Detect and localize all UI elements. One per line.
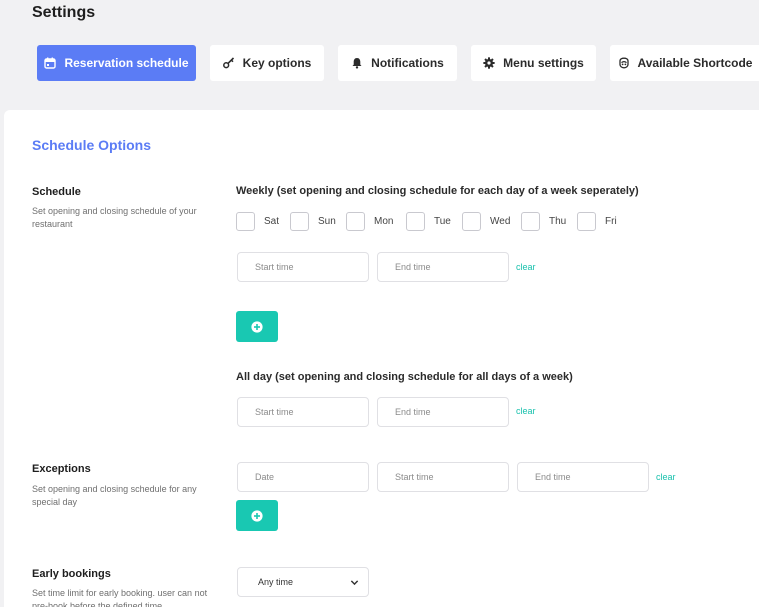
day-label: Mon [374,216,394,227]
day-mon[interactable]: Mon [346,212,393,231]
weekly-title: Weekly (set opening and closing schedule… [236,185,639,197]
day-checkbox[interactable] [406,212,425,231]
day-checkbox[interactable] [346,212,365,231]
tab-label: Available Shortcode [637,56,753,70]
day-label: Fri [605,216,617,227]
add-weekly-schedule-button[interactable] [236,311,278,342]
tab-available-shortcode[interactable]: Available Shortcode [610,45,759,81]
exception-end-time-input[interactable] [517,462,649,492]
exception-clear-link[interactable]: clear [656,472,676,482]
page-title: Settings [32,4,96,21]
calendar-icon [44,57,57,69]
exception-date-input[interactable] [237,462,369,492]
bell-icon [351,57,363,69]
day-thu[interactable]: Thu [521,212,566,231]
tab-label: Menu settings [503,56,584,70]
day-tue[interactable]: Tue [406,212,451,231]
add-exception-button[interactable] [236,500,278,531]
weekly-start-time-input[interactable] [237,252,369,282]
day-checkbox[interactable] [290,212,309,231]
day-sun[interactable]: Sun [290,212,336,231]
day-fri[interactable]: Fri [577,212,617,231]
early-bookings-select[interactable]: Any time [237,567,369,597]
tab-reservation-schedule[interactable]: Reservation schedule [37,45,196,81]
all-day-title: All day (set opening and closing schedul… [236,371,573,383]
day-wed[interactable]: Wed [462,212,510,231]
early-bookings-description: Set time limit for early booking. user c… [32,588,208,607]
day-label: Tue [434,216,451,227]
day-checkbox[interactable] [577,212,596,231]
day-checkbox[interactable] [521,212,540,231]
key-icon [222,57,235,69]
tab-label: Notifications [371,56,444,70]
schedule-label: Schedule [32,186,81,198]
tab-label: Reservation schedule [64,56,189,70]
tab-notifications[interactable]: Notifications [338,45,457,81]
tab-menu-settings[interactable]: Menu settings [471,45,596,81]
early-bookings-selected: Any time [258,577,294,587]
day-label: Sun [318,216,336,227]
chevron-down-icon [350,578,359,587]
exceptions-label: Exceptions [32,463,91,475]
all-day-start-time-input[interactable] [237,397,369,427]
all-day-end-time-input[interactable] [377,397,509,427]
tab-key-options[interactable]: Key options [210,45,324,81]
day-sat[interactable]: Sat [236,212,279,231]
schedule-description: Set opening and closing schedule of your… [32,206,197,229]
section-title: Schedule Options [32,137,152,153]
plus-circle-icon [251,509,263,522]
tab-label: Key options [242,56,312,70]
weekly-clear-link[interactable]: clear [516,262,536,272]
early-bookings-label: Early bookings [32,568,111,580]
day-label: Sat [264,216,280,227]
plus-circle-icon [251,320,263,333]
weekly-end-time-input[interactable] [377,252,509,282]
exceptions-description: Set opening and closing schedule for any… [32,484,197,507]
day-checkbox[interactable] [462,212,481,231]
day-label: Wed [490,216,511,227]
all-day-clear-link[interactable]: clear [516,406,536,416]
day-checkbox[interactable] [236,212,255,231]
code-icon [618,57,630,69]
day-label: Thu [549,216,567,227]
gear-icon [483,57,495,69]
exception-start-time-input[interactable] [377,462,509,492]
